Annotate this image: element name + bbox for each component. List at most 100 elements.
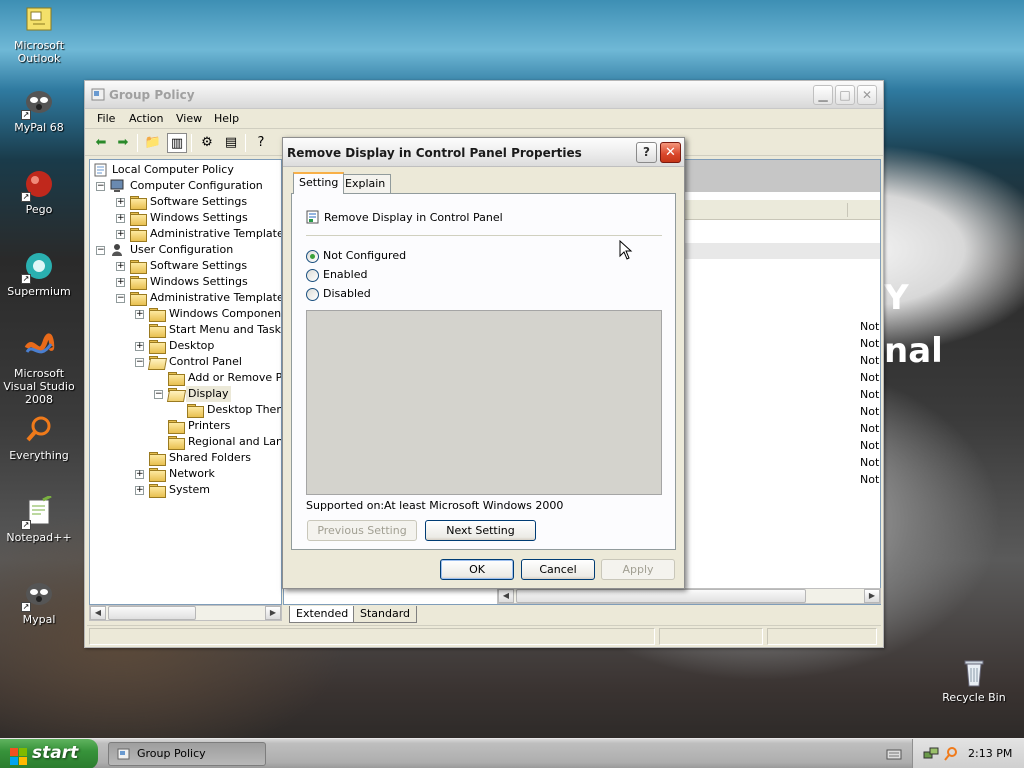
export-list-icon[interactable]: ▤	[221, 133, 241, 153]
desktop-icon-supermium[interactable]: ↗ Supermium	[0, 250, 78, 298]
desktop-icon-everything[interactable]: Everything	[0, 414, 78, 462]
network-icon[interactable]	[923, 746, 939, 762]
supermium-icon: ↗	[21, 250, 55, 284]
tree-item-label: Desktop	[169, 339, 215, 352]
desktop-icon-notepadpp[interactable]: ↗ Notepad++	[0, 494, 78, 544]
desktop-icon-label: Pego	[25, 203, 53, 216]
tab-setting[interactable]: Setting	[293, 172, 345, 194]
desktop-icon-mypal[interactable]: ↗ Mypal	[0, 578, 78, 626]
tree-item-label: Printers	[188, 419, 231, 432]
ok-button[interactable]: OK	[440, 559, 514, 580]
column-divider[interactable]	[847, 203, 848, 217]
minimize-button[interactable]: ▁	[813, 85, 833, 105]
menu-help[interactable]: Help	[214, 112, 239, 125]
scroll-right-icon[interactable]: ▶	[265, 606, 281, 620]
computer-icon	[110, 179, 124, 193]
apply-button[interactable]: Apply	[601, 559, 675, 580]
tree-item-label: Administrative Templates	[150, 227, 282, 240]
notepadpp-icon: ↗	[21, 494, 55, 530]
setting-state: Not	[860, 337, 880, 350]
help-button[interactable]: ?	[636, 142, 657, 163]
forward-arrow-icon[interactable]: ➡	[113, 133, 133, 153]
folder-icon	[149, 340, 166, 354]
tree-item-label: Software Settings	[150, 195, 248, 208]
tab-extended[interactable]: Extended	[289, 606, 356, 623]
expand-icon[interactable]: +	[135, 470, 144, 479]
tree-item-label: Computer Configuration	[130, 179, 263, 192]
expand-icon[interactable]: +	[116, 262, 125, 271]
next-setting-button[interactable]: Next Setting	[425, 520, 536, 541]
desktop-icon-recycle-bin[interactable]: Recycle Bin	[935, 656, 1013, 704]
desktop-icon-visual-studio[interactable]: Microsoft Visual Studio 2008	[0, 332, 78, 406]
shortcut-arrow-icon: ↗	[21, 520, 31, 530]
radio-checked-icon[interactable]	[306, 250, 319, 263]
search-icon[interactable]	[943, 746, 959, 762]
menu-file[interactable]: File	[97, 112, 115, 125]
tree-horizontal-scrollbar[interactable]: ◀ ▶	[89, 605, 282, 621]
tab-standard[interactable]: Standard	[353, 606, 418, 623]
dialog-close-button[interactable]: ✕	[660, 142, 681, 163]
list-horizontal-scrollbar[interactable]: ◀ ▶	[497, 588, 881, 604]
desktop-icon-label: Microsoft Visual Studio 2008	[3, 367, 75, 406]
setting-state: Not	[860, 422, 880, 435]
collapse-icon[interactable]: −	[154, 390, 163, 399]
menu-view[interactable]: View	[176, 112, 202, 125]
menu-action[interactable]: Action	[129, 112, 163, 125]
maximize-button[interactable]: □	[835, 85, 855, 105]
close-button[interactable]: ✕	[857, 85, 877, 105]
option-label: Disabled	[323, 287, 371, 300]
show-tree-icon[interactable]: ▥	[167, 133, 187, 153]
folder-icon	[168, 372, 185, 386]
expand-icon[interactable]: +	[135, 342, 144, 351]
expand-icon[interactable]: +	[135, 310, 144, 319]
shortcut-arrow-icon: ↗	[21, 274, 31, 284]
expand-icon[interactable]: +	[116, 278, 125, 287]
mouse-cursor-icon	[619, 239, 633, 260]
toolbar-separator	[137, 134, 138, 152]
back-arrow-icon[interactable]: ⬅	[91, 133, 111, 153]
background-text-nal: nal	[884, 331, 943, 371]
collapse-icon[interactable]: −	[116, 294, 125, 303]
expand-icon[interactable]: +	[135, 486, 144, 495]
previous-setting-button[interactable]: Previous Setting	[307, 520, 417, 541]
keyboard-icon[interactable]	[886, 747, 902, 761]
radio-icon[interactable]	[306, 288, 319, 301]
taskbar-item-group-policy[interactable]: Group Policy	[108, 742, 266, 766]
expand-icon[interactable]: +	[116, 214, 125, 223]
option-label: Enabled	[323, 268, 368, 281]
scroll-left-icon[interactable]: ◀	[498, 589, 514, 603]
desktop-icon-pego[interactable]: ↗ Pego	[0, 168, 78, 216]
collapse-icon[interactable]: −	[135, 358, 144, 367]
properties-icon[interactable]: ⚙	[197, 133, 217, 153]
scroll-left-icon[interactable]: ◀	[90, 606, 106, 620]
taskbar: start Group Policy 2:13 PM	[0, 738, 1024, 768]
expand-icon[interactable]: +	[116, 198, 125, 207]
desktop-icon-mypal68[interactable]: ↗ MyPal 68	[0, 86, 78, 134]
scrollbar-thumb[interactable]	[516, 589, 806, 603]
scroll-right-icon[interactable]: ▶	[864, 589, 880, 603]
tree-item-label: Start Menu and Taskba	[169, 323, 281, 336]
tree-item-label: User Configuration	[130, 243, 234, 256]
clock[interactable]: 2:13 PM	[968, 747, 1012, 760]
start-button[interactable]: start	[0, 739, 98, 768]
up-folder-icon[interactable]: 📁	[143, 133, 163, 153]
policy-icon	[94, 163, 108, 177]
setting-state: Not	[860, 320, 880, 333]
collapse-icon[interactable]: −	[96, 246, 105, 255]
scrollbar-thumb[interactable]	[108, 606, 196, 620]
dialog-titlebar[interactable]: Remove Display in Control Panel Properti…	[283, 138, 684, 167]
folder-icon	[149, 452, 166, 466]
shortcut-arrow-icon: ↗	[21, 192, 31, 202]
help-book-icon[interactable]: ?	[251, 133, 271, 153]
tree-item-label: Display	[186, 386, 231, 402]
expand-icon[interactable]: +	[116, 230, 125, 239]
radio-icon[interactable]	[306, 269, 319, 282]
desktop-icon-label: Recycle Bin	[942, 691, 1006, 704]
folder-icon	[149, 324, 166, 338]
desktop-icon-outlook[interactable]: Microsoft Outlook	[0, 4, 78, 65]
collapse-icon[interactable]: −	[96, 182, 105, 191]
gp-titlebar[interactable]: Group Policy ▁ □ ✕	[85, 81, 883, 109]
cancel-button[interactable]: Cancel	[521, 559, 595, 580]
tab-explain[interactable]: Explain	[339, 174, 392, 194]
folder-icon	[187, 404, 204, 418]
